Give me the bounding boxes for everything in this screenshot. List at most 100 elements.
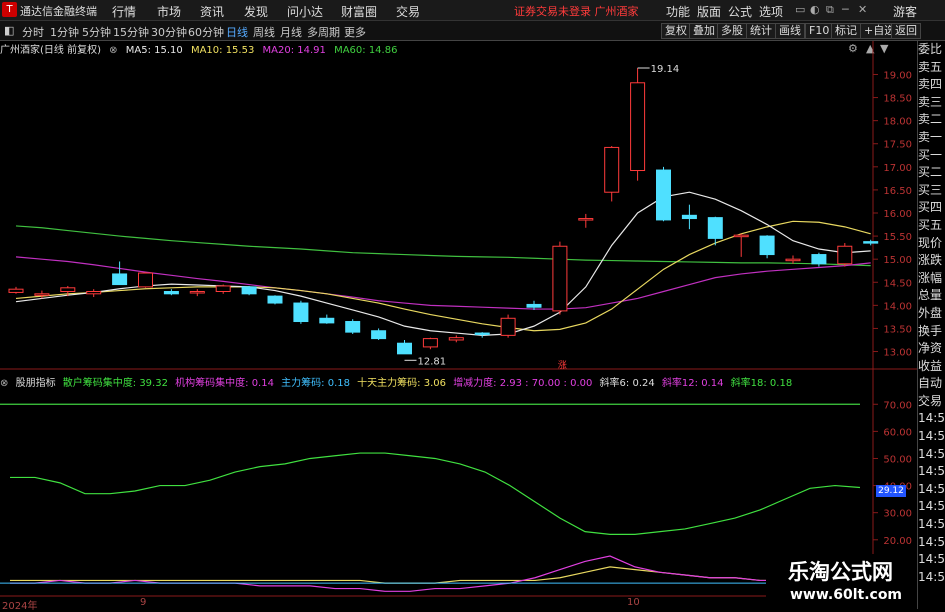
panel-item: 外盘 (918, 305, 943, 320)
candle-body (371, 330, 387, 340)
candle-body (138, 272, 153, 288)
menu-item-function[interactable]: 功能 (666, 3, 690, 20)
menu-item-news[interactable]: 资讯 (200, 3, 224, 20)
panel-item: 交易 (918, 393, 943, 408)
price-tick-label: 15.00 (883, 255, 912, 266)
kline-chart: 19.14 12.81 涨 19.00 18.50 18.00 17.50 17.00 16.… (0, 41, 917, 609)
period-tab-60min[interactable]: 60分钟 (188, 24, 224, 40)
price-tick-label: 17.50 (883, 140, 912, 151)
institution-line (10, 555, 860, 592)
period-tab-15min[interactable]: 15分钟 (113, 24, 149, 40)
low-label: 12.81 (418, 356, 447, 367)
candle-body (397, 342, 412, 355)
adjust-button[interactable]: 复权 (661, 23, 691, 39)
stats-button[interactable]: 统计 (746, 23, 776, 39)
close-icon[interactable]: ✕ (858, 3, 867, 16)
ma10-line (15, 220, 871, 332)
candle-body (811, 254, 827, 265)
multistock-button[interactable]: 多股 (717, 23, 747, 39)
panel-item: 14:56 (918, 464, 945, 479)
menu-item-market[interactable]: 市场 (157, 3, 181, 20)
sub-tick-label: 70.00 (883, 400, 912, 411)
period-tab-more[interactable]: 更多 (344, 24, 366, 40)
ma20-label: MA20: 14.91 (262, 45, 326, 56)
minimize-icon[interactable]: ─ (842, 3, 849, 16)
panel-item: 14:56 (918, 429, 945, 444)
ma5-label: MA5: 15.10 (125, 45, 183, 56)
app-logo-icon: T (2, 2, 17, 17)
panel-item: 14:56 (918, 534, 945, 549)
draw-button[interactable]: 画线 (775, 23, 805, 39)
mark-button[interactable]: 标记 (831, 23, 861, 39)
panel-item: 买一 (918, 147, 943, 162)
price-tick-label: 13.50 (883, 324, 912, 335)
zhang-label: 涨 (558, 360, 567, 371)
price-tick-label: 18.50 (883, 94, 912, 105)
candle-body (241, 286, 257, 295)
candle-body (759, 235, 775, 256)
menu-item-discover[interactable]: 发现 (244, 3, 268, 20)
menu-item-ask[interactable]: 问小达 (287, 3, 323, 20)
window-icon[interactable]: ▭ (795, 3, 805, 16)
panel-item: 14:56 (918, 411, 945, 426)
menu-item-wealth[interactable]: 财富圈 (341, 3, 377, 20)
f10-button[interactable]: F10 (805, 23, 834, 39)
menu-item-formula[interactable]: 公式 (728, 3, 752, 20)
candle-body (785, 258, 801, 262)
candle-body (86, 291, 102, 295)
skin-icon[interactable]: ◐ (810, 3, 820, 16)
user-label[interactable]: 游客 (893, 3, 917, 20)
period-tab-30min[interactable]: 30分钟 (151, 24, 187, 40)
menu-item-trade[interactable]: 交易 (396, 3, 420, 20)
menu-item-layout[interactable]: 版面 (697, 3, 721, 20)
indicator-value-slope12: 斜率12: 0.14 (661, 378, 724, 389)
period-tab-weekly[interactable]: 周线 (253, 24, 275, 40)
arrow-down-icon[interactable]: ▼ (880, 42, 888, 55)
ma60-line (15, 225, 871, 267)
sub-tick-label: 30.00 (883, 509, 912, 520)
period-toolbar: ◧ 分时 1分钟 5分钟 15分钟 30分钟 60分钟 日线 周线 月线 多周期… (0, 21, 945, 41)
ma10-label: MA10: 15.53 (190, 45, 255, 56)
gear-icon[interactable]: ⚙ (848, 42, 858, 55)
panel-item: 卖二 (918, 112, 943, 127)
arrow-up-icon[interactable]: ▲ (866, 42, 874, 55)
high-label: 19.14 (651, 64, 680, 75)
menu-bar: T 通达信金融终端 行情 市场 资讯 发现 问小达 财富圈 交易 证券交易未登录… (0, 0, 945, 21)
candle-body (267, 295, 283, 304)
collapse-icon[interactable]: ◧ (4, 24, 14, 37)
panel-item: 卖五 (918, 59, 943, 74)
period-tab-5min[interactable]: 5分钟 (82, 24, 111, 40)
back-button[interactable]: 返回 (891, 23, 921, 39)
period-tab-daily[interactable]: 日线 (226, 24, 248, 40)
panel-item: 买二 (918, 165, 943, 180)
candle-body (837, 245, 853, 265)
panel-item: 换手 (918, 323, 943, 338)
candle-body (578, 218, 594, 221)
restore-icon[interactable]: ⧉ (826, 3, 834, 17)
candle-body (448, 337, 464, 341)
watermark: 乐淘公式网 www.60lt.com (766, 554, 916, 609)
indicator-value-badge: 29.12 (876, 485, 906, 497)
period-tab-intraday[interactable]: 分时 (22, 24, 44, 40)
indicator-header: ⊗ 股朋指标 散户筹码集中度: 39.32 机构筹码集中度: 0.14 主力筹码… (0, 374, 796, 389)
settings-icon[interactable]: ⊗ (109, 45, 117, 56)
panel-item: 委比 (918, 42, 943, 56)
period-tab-1min[interactable]: 1分钟 (50, 24, 79, 40)
panel-item: 涨幅 (918, 270, 943, 285)
menu-item-options[interactable]: 选项 (759, 3, 783, 20)
xaxis-month-10: 10 (627, 597, 640, 608)
panel-item: 收益 (918, 358, 943, 373)
app-title: 通达信金融终端 (20, 5, 97, 18)
indicator-settings-icon[interactable]: ⊗ (0, 378, 8, 389)
panel-item: 14:56 (918, 552, 945, 567)
candle-body (707, 217, 723, 239)
period-tab-monthly[interactable]: 月线 (280, 24, 302, 40)
panel-item: 涨跌 (918, 253, 943, 268)
panel-item: 14:56 (918, 517, 945, 532)
overlay-button[interactable]: 叠加 (689, 23, 719, 39)
menu-item-quotes[interactable]: 行情 (112, 3, 136, 20)
period-tab-multi[interactable]: 多周期 (307, 24, 340, 40)
indicator-value-institution: 机构筹码集中度: 0.14 (175, 378, 274, 389)
indicator-value-main: 主力筹码: 0.18 (281, 378, 350, 389)
watermark-title: 乐淘公式网 (788, 559, 893, 584)
